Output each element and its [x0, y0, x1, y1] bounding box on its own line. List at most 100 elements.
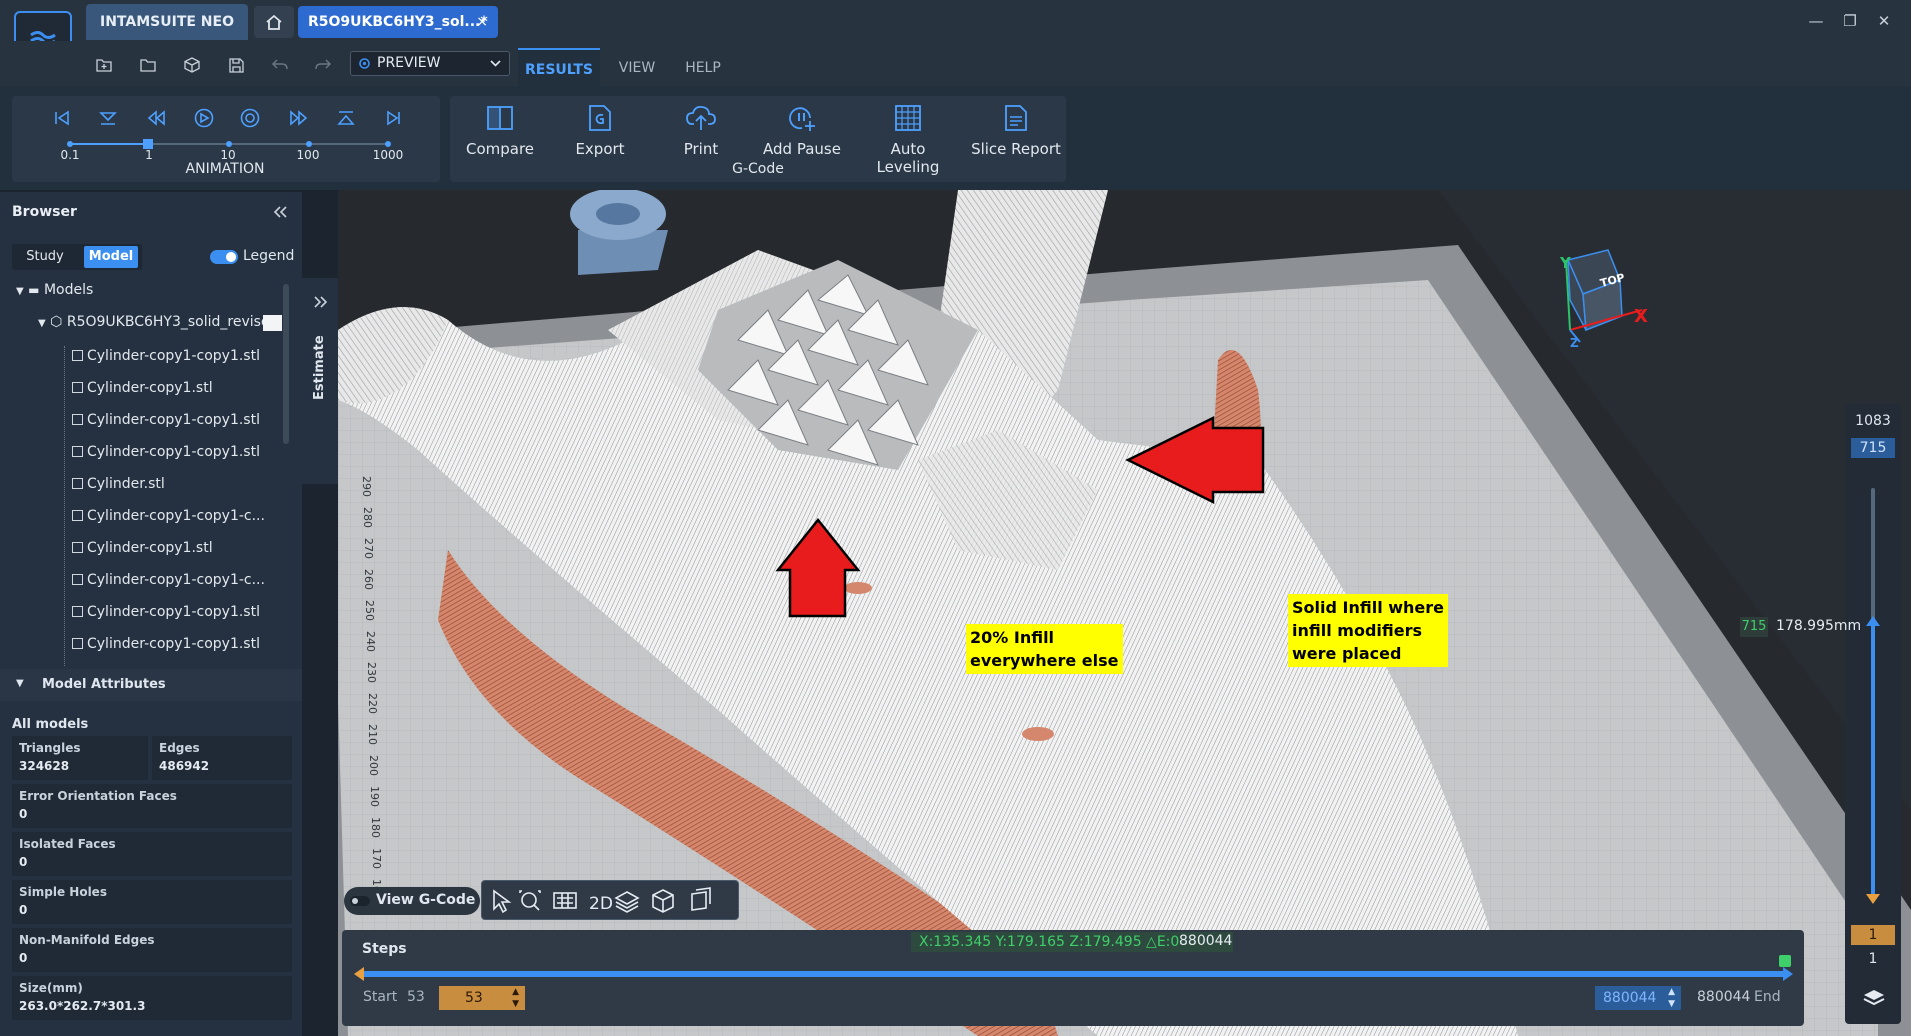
model-color-swatch[interactable]: [263, 315, 282, 331]
collapse-panel-icon[interactable]: [272, 206, 288, 218]
compare-button[interactable]: Compare: [450, 100, 550, 158]
ruler-tick-label: 240: [364, 631, 377, 652]
stepper-icon[interactable]: ▲ ▼: [1668, 986, 1675, 1010]
models-root[interactable]: ▼ ▬ Models: [16, 282, 93, 298]
ruler-tick-label: 220: [365, 693, 379, 714]
tab-study[interactable]: Study: [15, 246, 75, 268]
auto-leveling-button[interactable]: Auto Leveling: [858, 100, 958, 176]
attribute-label: Simple Holes: [19, 885, 107, 899]
add-pause-button[interactable]: Add Pause: [752, 100, 852, 158]
tab-help[interactable]: HELP: [678, 48, 728, 86]
zoom-fit-icon[interactable]: [519, 890, 541, 911]
layer-lower-handle[interactable]: [1866, 894, 1880, 904]
tree-item[interactable]: Cylinder-copy1.stl: [72, 535, 213, 561]
last-layer-icon[interactable]: [387, 110, 400, 126]
minimize-button[interactable]: —: [1804, 10, 1828, 32]
first-layer-icon[interactable]: [55, 110, 69, 126]
fast-forward-icon[interactable]: [290, 110, 308, 126]
tree-item-label: Cylinder-copy1.stl: [87, 380, 213, 396]
tree-item[interactable]: Cylinder-copy1-copy1.stl: [72, 407, 260, 433]
models-root-label: Models: [43, 282, 94, 298]
infill-annotation: 20% Infill everywhere else: [966, 624, 1123, 674]
svg-text:2D: 2D: [589, 894, 613, 914]
app-tab[interactable]: INTAMSUITE NEO: [86, 4, 248, 40]
open-button[interactable]: [134, 52, 162, 78]
start-input[interactable]: 53 ▲ ▼: [439, 986, 525, 1010]
undo-icon: [272, 59, 288, 71]
close-tab-icon[interactable]: ×: [476, 6, 488, 38]
add-pause-label: Add Pause: [763, 140, 841, 158]
tree-item-label: Cylinder-copy1-copy1.stl: [87, 604, 260, 620]
tree-item-label: Cylinder-copy1-copy1.stl: [87, 444, 260, 460]
view-2d-icon[interactable]: 2D: [589, 894, 613, 914]
ruler-tick-label: 210: [366, 724, 380, 745]
tree-item[interactable]: Cylinder-copy1-copy1.stl: [72, 631, 260, 657]
section-view-icon[interactable]: [691, 887, 711, 911]
orientation-cube[interactable]: [1565, 249, 1643, 343]
pause-plus-icon: [752, 100, 852, 136]
rewind-icon[interactable]: [147, 110, 165, 126]
tree-item[interactable]: Cylinder-copy1-copy1.stl: [72, 343, 260, 369]
tree-item[interactable]: Cylinder-copy1-copy1-c...: [72, 503, 265, 529]
tree-item[interactable]: Cylinder-copy1-copy1-c...: [72, 567, 265, 593]
view-gcode-label: View G-Code: [376, 892, 476, 908]
layers-icon[interactable]: [1862, 988, 1886, 1008]
save-button[interactable]: [222, 52, 250, 78]
compare-label: Compare: [465, 140, 535, 158]
ruler-tick-label: 260: [362, 569, 376, 590]
view-gcode-toggle[interactable]: View G-Code: [344, 887, 480, 915]
undo-button[interactable]: [266, 52, 294, 78]
print-button[interactable]: Print: [651, 100, 751, 158]
redo-button[interactable]: [309, 52, 337, 78]
steps-end-handle[interactable]: [1783, 967, 1793, 981]
tab-view[interactable]: VIEW: [612, 48, 662, 86]
new-project-button[interactable]: [90, 52, 118, 78]
select-cursor-icon[interactable]: [493, 889, 512, 914]
layer-upper-handle[interactable]: [1866, 616, 1880, 626]
save-icon: [228, 57, 244, 73]
mesh-icon: [72, 638, 83, 649]
start-input-value: 53: [465, 990, 483, 1006]
stop-icon[interactable]: [240, 108, 260, 128]
3d-view-icon[interactable]: [652, 889, 674, 913]
axis-z-label: Z: [1570, 336, 1579, 350]
home-button[interactable]: [254, 6, 294, 38]
export-button[interactable]: Export: [550, 100, 650, 158]
close-window-button[interactable]: ✕: [1872, 10, 1896, 32]
steps-start-handle[interactable]: [354, 967, 364, 981]
import-model-button[interactable]: [178, 52, 206, 78]
play-icon[interactable]: [194, 108, 214, 128]
tree-item[interactable]: Cylinder-copy1-copy1.stl: [72, 439, 260, 465]
legend-toggle[interactable]: [210, 250, 238, 264]
mode-select[interactable]: PREVIEW: [350, 51, 510, 76]
file-tab-label: R5O9UKBC6HY3_sol...*: [308, 14, 488, 30]
step-down-icon[interactable]: [99, 112, 117, 125]
tree-item[interactable]: Cylinder-copy1-copy1.stl: [72, 599, 260, 625]
infill-annotation-line1: 20% Infill: [970, 628, 1055, 647]
keyboard-icon[interactable]: [553, 892, 577, 909]
stepper-icon[interactable]: ▲ ▼: [512, 986, 519, 1010]
layer-min-box[interactable]: 1: [1851, 925, 1895, 945]
tab-results[interactable]: RESULTS: [518, 48, 600, 86]
speed-100: 100: [296, 148, 320, 162]
expand-icon[interactable]: [313, 296, 329, 308]
restore-button[interactable]: ❐: [1838, 10, 1862, 32]
end-input[interactable]: 880044 ▲ ▼: [1595, 986, 1681, 1010]
layers-view-icon[interactable]: [614, 891, 640, 913]
tree-item[interactable]: Cylinder-copy1.stl: [72, 375, 213, 401]
attribute-value: 0: [19, 951, 28, 965]
slice-report-label: Slice Report: [971, 140, 1061, 158]
file-tab[interactable]: R5O9UKBC6HY3_sol...* ×: [298, 6, 498, 38]
model-node[interactable]: ▼ ⬡ R5O9UKBC6HY3_solid_revise: [38, 314, 270, 330]
attribute-row: Isolated Faces 0: [12, 832, 292, 876]
layer-current-box[interactable]: 715: [1851, 438, 1895, 458]
tree-item-label: Cylinder-copy1-copy1.stl: [87, 636, 260, 652]
steps-slider[interactable]: [359, 971, 1787, 977]
tree-item[interactable]: Cylinder.stl: [72, 471, 165, 497]
browser-scrollbar[interactable]: [283, 284, 289, 444]
step-up-icon[interactable]: [337, 111, 355, 125]
mesh-icon: [72, 542, 83, 553]
infill-annotation-line2: everywhere else: [970, 651, 1119, 670]
slice-report-button[interactable]: Slice Report: [966, 100, 1066, 158]
tab-model[interactable]: Model: [84, 246, 138, 268]
